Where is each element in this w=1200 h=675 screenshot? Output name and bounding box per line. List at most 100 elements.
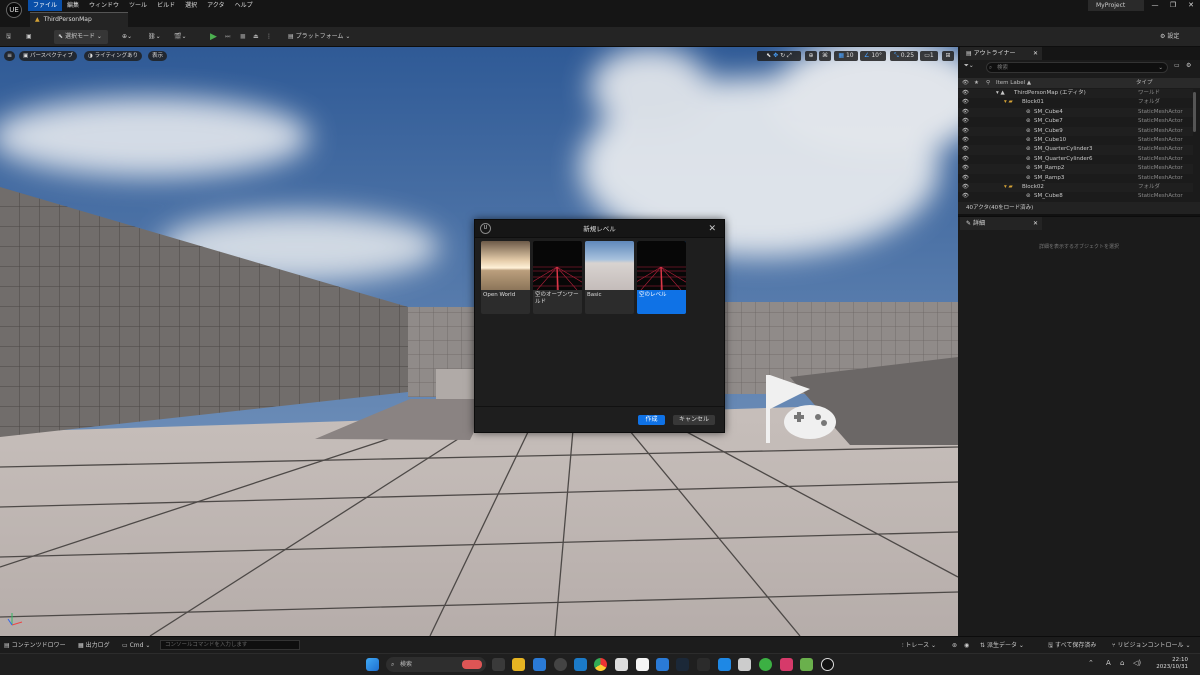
viewport-menu-icon[interactable]: ≡ — [4, 51, 15, 61]
save-all-button[interactable]: 🖫 すべて保存済み — [1048, 637, 1096, 654]
camera-speed-button[interactable]: ▭1 — [920, 51, 938, 61]
minimize-button[interactable]: — — [1146, 0, 1164, 11]
scale-snap-toggle[interactable]: ⤡ 0.25 — [890, 51, 918, 61]
add-actor-icon[interactable]: ⊕⌄ — [122, 30, 132, 44]
visibility-icon[interactable]: 👁 — [962, 78, 969, 88]
view-icon[interactable]: ◉ — [964, 637, 969, 654]
blueprint-icon[interactable]: ⛓⌄ — [148, 30, 161, 44]
settings-app-icon[interactable] — [492, 658, 505, 671]
visibility-icon[interactable]: 👁 — [962, 192, 969, 199]
windows-start-icon[interactable] — [366, 658, 379, 671]
outliner-row[interactable]: 👁 ⊚ SM_Ramp2 StaticMeshActor — [958, 164, 1193, 174]
cmd-dropdown[interactable]: ▭ Cmd ⌄ — [122, 637, 150, 654]
taskbar-search[interactable]: ⌕ 検索 — [386, 657, 486, 672]
notepad-icon[interactable] — [738, 658, 751, 671]
mail-icon[interactable] — [574, 658, 587, 671]
visibility-icon[interactable]: 👁 — [962, 108, 969, 117]
close-tab-icon[interactable]: ✕ — [1033, 47, 1038, 60]
visibility-icon[interactable]: 👁 — [962, 127, 969, 136]
outliner-row[interactable]: 👁 ⊚ SM_QuarterCylinder6 StaticMeshActor — [958, 155, 1193, 164]
lighting-button[interactable]: ◑ ライティングあり — [84, 51, 143, 61]
select-tool-icon[interactable]: ⬉ — [766, 52, 771, 59]
chat-icon[interactable] — [554, 658, 567, 671]
pin-icon[interactable]: ⚲ — [986, 78, 990, 88]
template-empty-level[interactable]: 空のレベル — [637, 241, 686, 314]
vscode-icon[interactable] — [718, 658, 731, 671]
menu-tools[interactable]: ツール — [124, 0, 152, 11]
template-empty-open-world[interactable]: 空のオープンワールド — [533, 241, 582, 314]
store-icon[interactable] — [533, 658, 546, 671]
visibility-icon[interactable]: 👁 — [962, 183, 969, 192]
outliner-search-input[interactable]: ⌕ 検索 ⌄ — [986, 62, 1168, 73]
type-column-header[interactable]: タイプ — [1136, 78, 1153, 88]
platforms-menu[interactable]: ▤ プラットフォーム ⌄ — [288, 30, 350, 44]
outliner-row[interactable]: 👁 ⊚ SM_Cube10 StaticMeshActor — [958, 136, 1193, 145]
outliner-row[interactable]: 👁 ▾ ▰ Block02 フォルダ — [958, 182, 1193, 193]
output-log-button[interactable]: ▦ 出力ログ — [78, 637, 110, 654]
content-drawer-button[interactable]: ▤ コンテンツドロワー — [4, 637, 66, 654]
menu-build[interactable]: ビルド — [152, 0, 180, 11]
outliner-row[interactable]: 👁 ⊚ SM_Cube4 StaticMeshActor — [958, 107, 1193, 118]
filter-icon[interactable]: ⏷⌄ — [964, 62, 974, 70]
close-window-button[interactable]: ✕ — [1182, 0, 1200, 11]
app-icon[interactable] — [656, 658, 669, 671]
visibility-icon[interactable]: 👁 — [962, 174, 969, 183]
star-icon[interactable]: ★ — [974, 78, 979, 88]
outliner-row[interactable]: 👁 ▾ ▰ Block01 フォルダ — [958, 98, 1193, 107]
step-button[interactable]: ⏭ — [225, 30, 230, 44]
move-tool-icon[interactable]: ✥ — [773, 52, 778, 59]
outliner-row[interactable]: 👁 ⊚ SM_Cube9 StaticMeshActor — [958, 126, 1193, 136]
maximize-button[interactable]: ❐ — [1164, 0, 1182, 11]
visibility-icon[interactable]: 👁 — [962, 117, 969, 126]
visibility-icon[interactable]: 👁 — [962, 136, 969, 145]
rotate-tool-icon[interactable]: ↻ — [780, 52, 785, 59]
visibility-icon[interactable]: 👁 — [962, 145, 969, 154]
close-tab-icon[interactable]: ✕ — [1033, 217, 1038, 230]
outliner-scrollbar[interactable] — [1193, 92, 1196, 132]
template-open-world[interactable]: Open World — [481, 241, 530, 314]
unreal-logo-icon[interactable]: UE — [6, 2, 22, 18]
notion-icon[interactable] — [636, 658, 649, 671]
label-column-header[interactable]: Item Label ▲ — [996, 78, 1031, 88]
visibility-icon[interactable]: 👁 — [962, 155, 969, 164]
outliner-row[interactable]: 👁 ▾ ▲ ThirdPersonMap (エディタ) ワールド — [958, 89, 1193, 99]
cancel-button[interactable]: キャンセル — [673, 415, 715, 425]
ime-icon[interactable]: A — [1106, 659, 1111, 667]
menu-select[interactable]: 選択 — [180, 0, 202, 11]
line-icon[interactable] — [759, 658, 772, 671]
save-icon[interactable]: 🖫 — [6, 30, 11, 44]
cinematics-icon[interactable]: 🎬⌄ — [174, 30, 187, 44]
image-editor-icon[interactable] — [800, 658, 813, 671]
rotation-snap-toggle[interactable]: ∠ 10° — [860, 51, 886, 61]
eject-button[interactable]: ⏏ — [253, 30, 259, 44]
perspective-button[interactable]: ▣ パースペクティブ — [19, 51, 77, 61]
tray-chevron-up-icon[interactable]: ⌃ — [1088, 659, 1094, 667]
outliner-row[interactable]: 👁 ⊚ SM_Cube7 StaticMeshActor — [958, 117, 1193, 126]
add-folder-icon[interactable]: ▭ — [1174, 62, 1180, 69]
close-icon[interactable]: ✕ — [708, 220, 716, 238]
outliner-row[interactable]: 👁 ⊚ SM_Ramp3 StaticMeshActor — [958, 174, 1193, 183]
play-button[interactable]: ▶ — [210, 30, 217, 44]
menu-help[interactable]: ヘルプ — [230, 0, 258, 11]
grid-snap-toggle[interactable]: ▦ 10 — [834, 51, 858, 61]
select-mode-dropdown[interactable]: ⬉ 選択モード ⌄ — [54, 30, 108, 44]
trace-button[interactable]: ⫶ トレース ⌄ — [902, 637, 936, 654]
file-explorer-icon[interactable] — [512, 658, 525, 671]
template-basic[interactable]: Basic — [585, 241, 634, 314]
show-button[interactable]: 表示 — [148, 51, 168, 61]
derived-data-button[interactable]: ⇅ 派生データ ⌄ — [980, 637, 1024, 654]
network-icon[interactable]: ⌂ — [1120, 659, 1124, 667]
create-button[interactable]: 作成 — [638, 415, 665, 425]
epic-games-icon[interactable] — [697, 658, 710, 671]
surface-snap-icon[interactable]: ⌘ — [819, 51, 831, 61]
scale-tool-icon[interactable]: ⤢ — [787, 52, 792, 59]
revision-control-button[interactable]: ⑂ リビジョンコントロール ⌄ — [1112, 637, 1190, 654]
media-icon[interactable] — [780, 658, 793, 671]
photos-icon[interactable] — [615, 658, 628, 671]
settings-icon[interactable]: ⚙ — [1186, 62, 1191, 69]
visibility-icon[interactable]: 👁 — [962, 89, 969, 98]
content-browser-icon[interactable]: ▣ — [26, 30, 32, 44]
steam-icon[interactable] — [676, 658, 689, 671]
world-space-icon[interactable]: ⊕ — [805, 51, 817, 61]
stop-button[interactable]: ■ — [240, 30, 246, 44]
